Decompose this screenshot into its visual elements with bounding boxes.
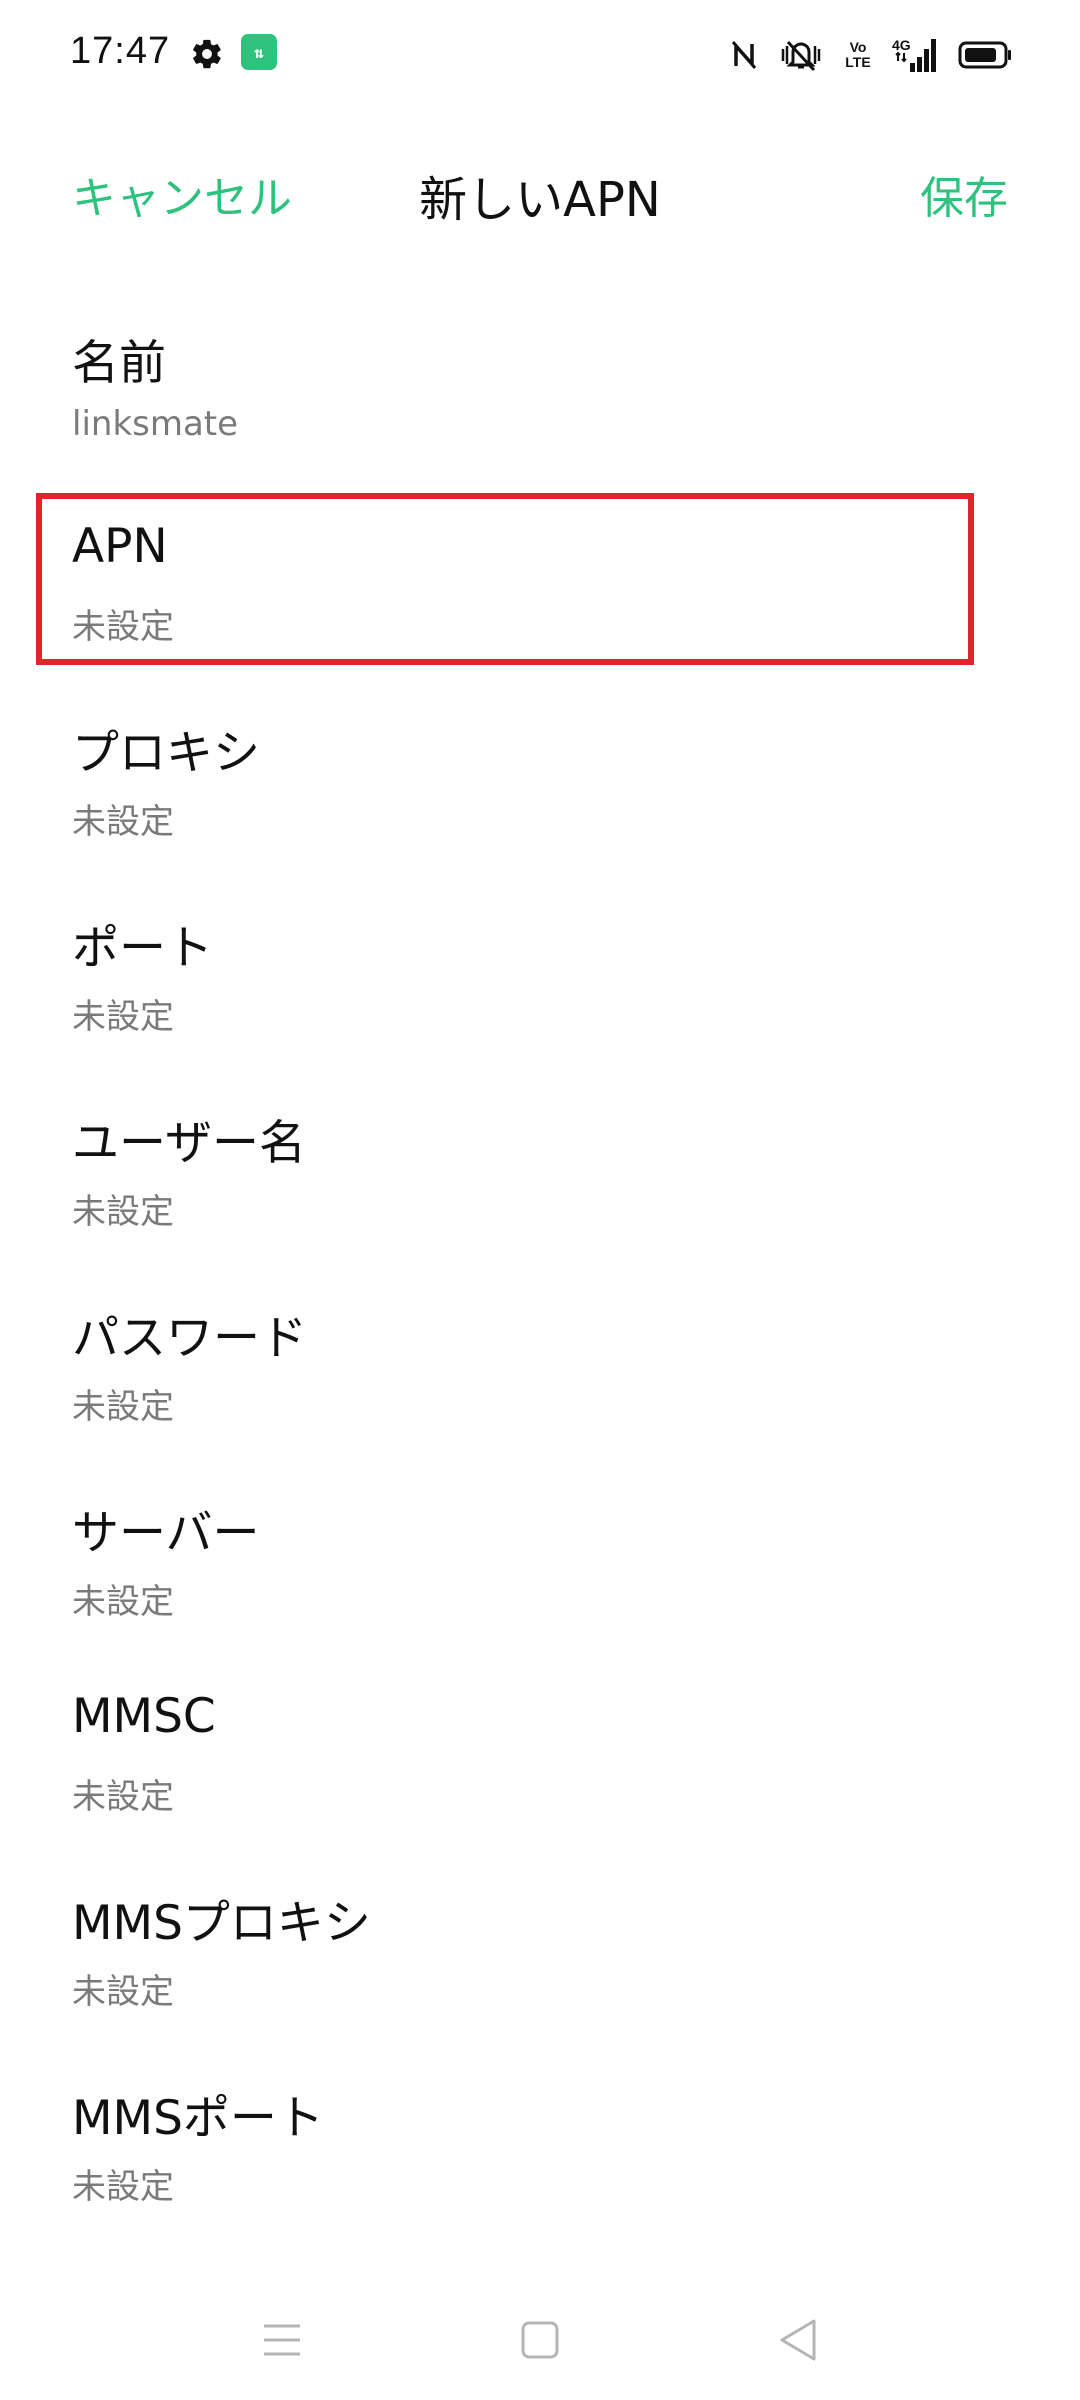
back-icon <box>780 2319 816 2361</box>
menu-button[interactable] <box>252 2310 312 2370</box>
setting-item-username[interactable]: ユーザー名 未設定 <box>0 1080 1080 1275</box>
home-button[interactable] <box>510 2310 570 2370</box>
apn-highlight-box <box>36 493 974 665</box>
setting-label: 名前 <box>72 336 166 391</box>
setting-value: 未設定 <box>72 1387 174 1427</box>
home-icon <box>521 2321 559 2359</box>
setting-label: ポート <box>72 921 213 976</box>
setting-label: サーバー <box>72 1506 260 1561</box>
svg-text:4G: 4G <box>892 37 911 53</box>
setting-value: 未設定 <box>72 802 174 842</box>
battery-icon <box>958 41 1011 69</box>
setting-item-proxy[interactable]: プロキシ 未設定 <box>0 690 1080 885</box>
setting-item-server[interactable]: サーバー 未設定 <box>0 1470 1080 1665</box>
setting-label: パスワード <box>72 1311 307 1366</box>
setting-item-port[interactable]: ポート 未設定 <box>0 885 1080 1080</box>
save-button[interactable]: 保存 <box>920 162 1008 226</box>
setting-item-mms-proxy[interactable]: MMSプロキシ 未設定 <box>0 1860 1080 2055</box>
status-time: 17:47 <box>70 30 171 72</box>
setting-item-mmsc[interactable]: MMSC 未設定 <box>0 1665 1080 1860</box>
nfc-icon <box>731 41 757 69</box>
setting-label: MMSポート <box>72 2091 324 2146</box>
setting-value: linksmate <box>72 404 239 444</box>
setting-value: 未設定 <box>72 1192 174 1232</box>
navigation-bar <box>0 2280 1080 2400</box>
4g-signal-icon: 4G <box>892 37 936 72</box>
setting-value: 未設定 <box>72 1777 174 1817</box>
setting-label: MMSC <box>72 1689 216 1744</box>
volte-icon: Vo LTE <box>845 39 871 70</box>
settings-gear-icon <box>193 39 221 69</box>
status-icons: Vo LTE 4G <box>730 36 1012 74</box>
apn-settings-list: 名前 linksmate APN 未設定 プロキシ 未設定 ポート 未設定 ユー… <box>0 300 1080 2250</box>
setting-value: 未設定 <box>72 2167 174 2207</box>
data-transfer-app-icon: ⇅ <box>241 34 277 70</box>
setting-item-name[interactable]: 名前 linksmate <box>0 300 1080 495</box>
back-button[interactable] <box>768 2310 828 2370</box>
setting-label: ユーザー名 <box>72 1116 307 1171</box>
page-title: 新しいAPN <box>419 172 661 228</box>
setting-value: 未設定 <box>72 1582 174 1622</box>
vibrate-mute-icon <box>781 40 821 72</box>
status-bar: 17:47 ⇅ Vo LTE 4G <box>0 0 1080 110</box>
setting-label: プロキシ <box>72 726 260 781</box>
setting-item-password[interactable]: パスワード 未設定 <box>0 1275 1080 1470</box>
menu-icon <box>264 2324 300 2356</box>
setting-label: MMSプロキシ <box>72 1896 371 1951</box>
app-bar: キャンセル 新しいAPN 保存 <box>0 140 1080 240</box>
setting-value: 未設定 <box>72 1972 174 2012</box>
setting-value: 未設定 <box>72 997 174 1037</box>
setting-item-mms-port[interactable]: MMSポート 未設定 <box>0 2055 1080 2250</box>
